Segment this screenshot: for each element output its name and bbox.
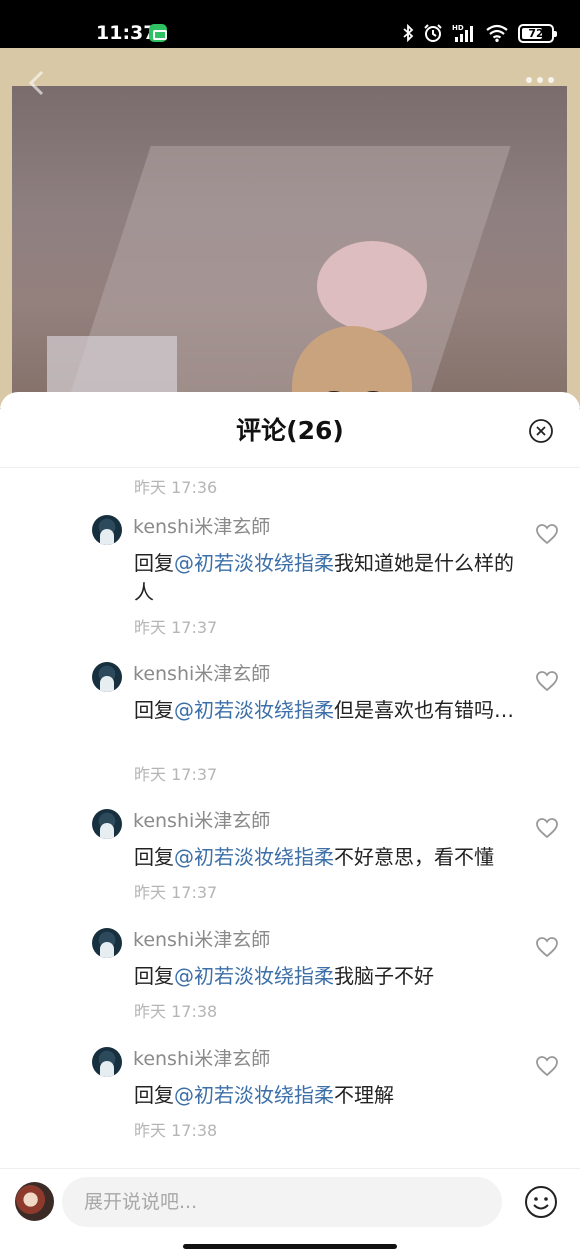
- comment-item: kenshi米津玄師 回复@初若淡妆绕指柔但是喜欢也有错吗… 昨天 17:37: [0, 658, 580, 798]
- hd-signal-icon: HD: [452, 24, 473, 42]
- comment-item: kenshi米津玄師 回复@初若淡妆绕指柔我知道她是什么样的人 昨天 17:37: [0, 511, 580, 651]
- home-indicator[interactable]: [183, 1244, 397, 1249]
- comment-time: 昨天 17:37: [134, 618, 218, 637]
- more-dot: [537, 77, 543, 83]
- comment-body: 不理解: [334, 1083, 394, 1107]
- more-dot: [526, 77, 532, 83]
- status-icons: HD 72: [402, 22, 557, 44]
- comment-time: 昨天 17:37: [134, 765, 218, 784]
- comment-text[interactable]: 回复@初若淡妆绕指柔但是喜欢也有错吗…: [134, 696, 529, 725]
- comment-time: 昨天 17:38: [134, 1002, 218, 1021]
- reply-prefix: 回复: [134, 698, 174, 722]
- status-time: 11:37: [96, 22, 157, 44]
- reply-prefix: 回复: [134, 964, 174, 988]
- mention-link[interactable]: @初若淡妆绕指柔: [174, 551, 334, 575]
- comment-username[interactable]: kenshi米津玄師: [133, 661, 270, 687]
- comment-item: kenshi米津玄師 回复@初若淡妆绕指柔不好意思，看不懂 昨天 17:37: [0, 805, 580, 915]
- mention-link[interactable]: @初若淡妆绕指柔: [174, 964, 334, 988]
- status-bar: 11:37 HD 72: [0, 0, 580, 48]
- avatar[interactable]: [92, 515, 122, 545]
- mention-link[interactable]: @初若淡妆绕指柔: [174, 698, 334, 722]
- post-photo-frame: [0, 48, 580, 408]
- heart-icon[interactable]: [535, 523, 559, 545]
- comment-username[interactable]: kenshi米津玄師: [133, 1046, 270, 1072]
- comment-time: 昨天 17:37: [134, 883, 218, 902]
- comment-list[interactable]: 昨天 17:36 kenshi米津玄師 回复@初若淡妆绕指柔我知道她是什么样的人…: [0, 468, 580, 1168]
- photo-bow: [317, 241, 427, 331]
- comment-text[interactable]: 回复@初若淡妆绕指柔不理解: [134, 1081, 529, 1110]
- reply-prefix: 回复: [134, 845, 174, 869]
- comment-item: kenshi米津玄師 回复@初若淡妆绕指柔我脑子不好 昨天 17:38: [0, 924, 580, 1034]
- avatar[interactable]: [92, 928, 122, 958]
- comment-body: 不好意思，看不懂: [334, 845, 494, 869]
- comment-body: 但是喜欢也有错吗…: [334, 698, 514, 722]
- comment-text[interactable]: 回复@初若淡妆绕指柔我知道她是什么样的人: [134, 549, 529, 607]
- comment-item: kenshi米津玄師 回复@初若淡妆绕指柔不理解 昨天 17:38: [0, 1043, 580, 1153]
- reply-prefix: 回复: [134, 1083, 174, 1107]
- heart-icon[interactable]: [535, 936, 559, 958]
- more-options-icon[interactable]: [526, 70, 560, 90]
- more-dot: [548, 77, 554, 83]
- avatar[interactable]: [92, 809, 122, 839]
- heart-icon[interactable]: [535, 670, 559, 692]
- back-arrow-icon[interactable]: [22, 68, 52, 98]
- post-photo[interactable]: [12, 86, 567, 408]
- bluetooth-icon: [403, 24, 414, 42]
- user-avatar[interactable]: [15, 1182, 54, 1221]
- comment-username[interactable]: kenshi米津玄師: [133, 927, 270, 953]
- svg-text:HD: HD: [452, 24, 464, 32]
- heart-icon[interactable]: [535, 1055, 559, 1077]
- emoji-icon[interactable]: [524, 1185, 558, 1219]
- comment-input-bar: [0, 1168, 580, 1257]
- comment-username[interactable]: kenshi米津玄師: [133, 808, 270, 834]
- comment-text[interactable]: 回复@初若淡妆绕指柔我脑子不好: [134, 962, 529, 991]
- comment-body: 我脑子不好: [334, 964, 434, 988]
- avatar[interactable]: [92, 1047, 122, 1077]
- comment-username[interactable]: kenshi米津玄師: [133, 514, 270, 540]
- previous-comment-time: 昨天 17:36: [134, 478, 218, 497]
- sheet-header: 评论(26): [0, 392, 580, 468]
- sheet-title: 评论(26): [236, 416, 344, 445]
- heart-icon[interactable]: [535, 817, 559, 839]
- wifi-icon: [486, 24, 508, 42]
- alarm-icon: [424, 24, 442, 42]
- comment-time: 昨天 17:38: [134, 1121, 218, 1140]
- comment-text[interactable]: 回复@初若淡妆绕指柔不好意思，看不懂: [134, 843, 529, 872]
- mention-link[interactable]: @初若淡妆绕指柔: [174, 1083, 334, 1107]
- wechat-icon: [149, 24, 167, 42]
- comment-input[interactable]: [62, 1177, 502, 1227]
- reply-prefix: 回复: [134, 551, 174, 575]
- mention-link[interactable]: @初若淡妆绕指柔: [174, 845, 334, 869]
- avatar[interactable]: [92, 662, 122, 692]
- battery-icon: 72: [518, 23, 557, 43]
- close-icon[interactable]: [528, 418, 554, 444]
- comment-sheet: 评论(26) 昨天 17:36 kenshi米津玄師 回复@初若淡妆绕指柔我知道…: [0, 392, 580, 1257]
- battery-percent: 72: [528, 26, 544, 40]
